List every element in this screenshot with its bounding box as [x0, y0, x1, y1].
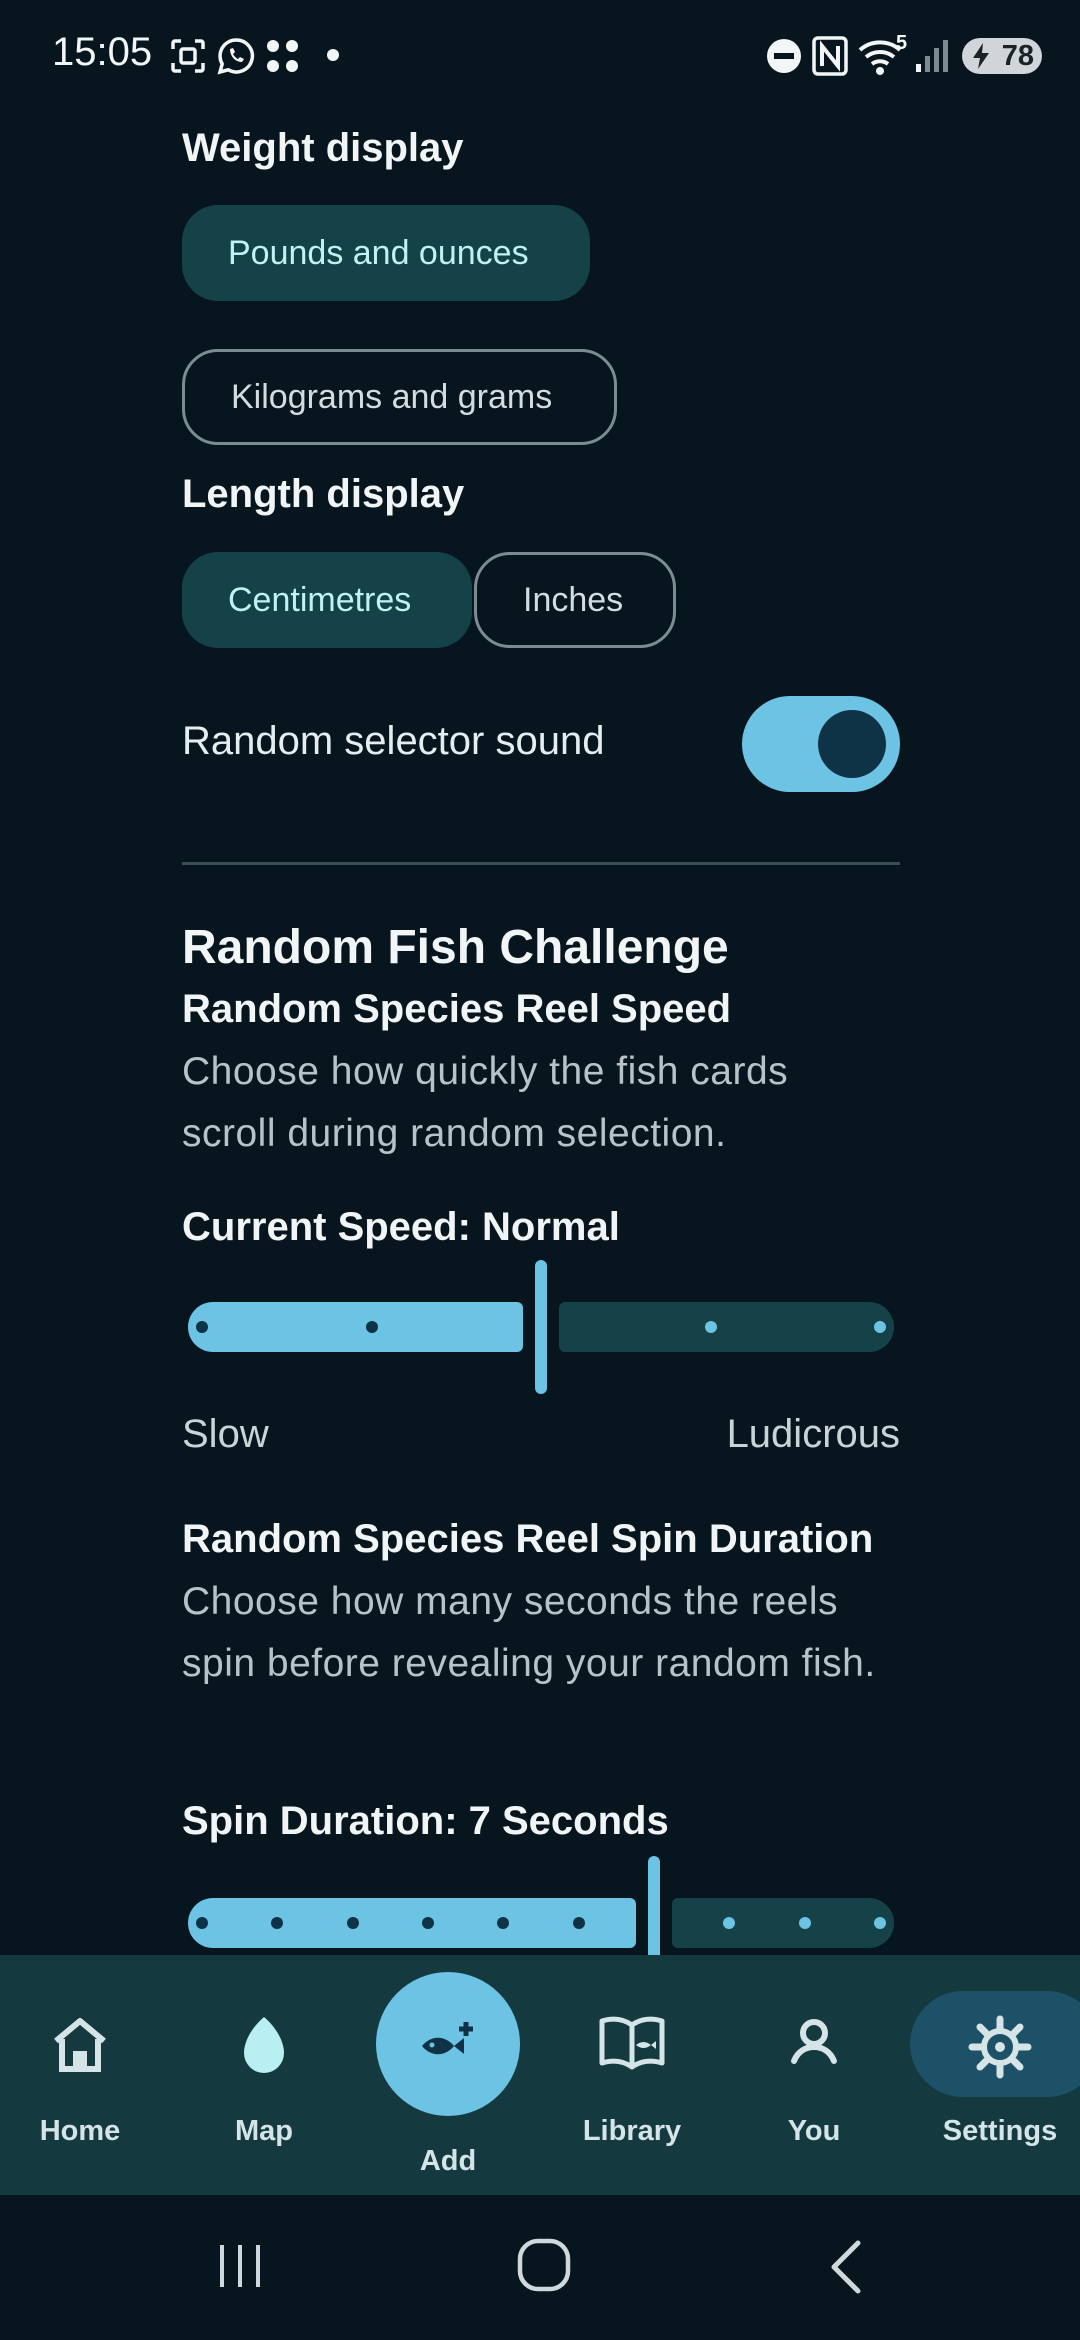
spin-slider-step-dot: [422, 1917, 434, 1929]
bolt-icon: [973, 43, 989, 69]
speed-max-label: Ludicrous: [726, 1412, 900, 1456]
apps-icon: [267, 40, 298, 72]
nav-you-label: You: [787, 2115, 841, 2147]
speed-slider-inactive-track: [559, 1302, 894, 1352]
kilograms-grams-label: Kilograms and grams: [231, 377, 553, 416]
section-divider: [182, 862, 900, 865]
status-bar: 15:05 5 78: [0, 0, 1080, 112]
speed-slider-step-dot: [196, 1321, 208, 1333]
nav-map[interactable]: Map: [184, 1955, 344, 2195]
screenshot-icon: [171, 39, 205, 73]
inches-chip[interactable]: Inches: [474, 552, 676, 648]
speed-min-label: Slow: [182, 1412, 269, 1456]
spin-slider-active-track: [188, 1898, 636, 1948]
speed-slider-step-dot: [365, 1321, 378, 1333]
gear-icon: [968, 2015, 1032, 2079]
reel-speed-title: Random Species Reel Speed: [182, 987, 732, 1031]
person-icon: [791, 2019, 837, 2064]
nav-you[interactable]: You: [734, 1955, 894, 2195]
recent-apps-icon[interactable]: [216, 2241, 266, 2291]
speed-slider-step-dot: [874, 1321, 886, 1333]
settings-content[interactable]: Weight display Pounds and ounces Kilogra…: [0, 112, 1080, 1955]
random-sound-toggle[interactable]: [742, 696, 900, 792]
add-button[interactable]: [376, 1972, 520, 2116]
nav-library[interactable]: Library: [552, 1955, 712, 2195]
map-pin-icon: [244, 2017, 284, 2073]
toggle-knob: [818, 710, 886, 778]
spin-slider-step-dot: [572, 1917, 585, 1929]
speed-slider-step-dot: [704, 1321, 717, 1333]
spin-slider-step-dot: [346, 1917, 359, 1929]
whatsapp-icon: [217, 38, 255, 75]
battery-level: 78: [1001, 39, 1034, 72]
speed-slider-active-track: [188, 1302, 523, 1352]
spin-slider-handle[interactable]: [648, 1856, 660, 1955]
spin-duration-description: Choose how many seconds the reels spin b…: [182, 1580, 876, 1685]
home-icon: [54, 2018, 106, 2072]
spin-duration-title: Random Species Reel Spin Duration: [182, 1517, 874, 1561]
spin-slider-step-dot: [798, 1917, 811, 1929]
home-button-icon[interactable]: [516, 2237, 572, 2293]
back-icon[interactable]: [826, 2239, 866, 2295]
weight-display-title: Weight display: [182, 126, 464, 170]
inches-label: Inches: [523, 580, 624, 619]
screen: 15:05 5 78 Weight display Pounds and oun…: [0, 0, 1080, 2340]
pounds-ounces-chip[interactable]: Pounds and ounces: [182, 205, 590, 301]
do-not-disturb-icon: [767, 39, 801, 73]
spin-duration-label: Spin Duration: 7 Seconds: [182, 1799, 669, 1843]
nav-settings[interactable]: Settings: [920, 1955, 1080, 2195]
nfc-icon: [812, 36, 848, 76]
centimetres-chip[interactable]: Centimetres: [182, 552, 472, 648]
status-time: 15:05: [52, 30, 153, 74]
signal-icon: [916, 40, 948, 72]
dot-icon: [327, 49, 339, 61]
book-icon: [599, 2016, 665, 2070]
spin-slider-step-dot: [196, 1917, 208, 1929]
current-speed-label: Current Speed: Normal: [182, 1205, 620, 1249]
challenge-title: Random Fish Challenge: [182, 921, 729, 974]
nav-map-label: Map: [235, 2115, 293, 2147]
speed-slider-handle[interactable]: [535, 1260, 547, 1394]
battery-icon: 78: [962, 38, 1042, 74]
pounds-ounces-label: Pounds and ounces: [228, 233, 529, 272]
spin-slider-inactive-track: [672, 1898, 894, 1948]
centimetres-label: Centimetres: [228, 580, 412, 619]
kilograms-grams-chip[interactable]: Kilograms and grams: [182, 349, 617, 445]
nav-home[interactable]: Home: [0, 1955, 160, 2195]
spin-duration-slider[interactable]: [182, 1856, 900, 1955]
nav-settings-label: Settings: [942, 2115, 1058, 2147]
spin-slider-step-dot: [874, 1917, 886, 1929]
reel-speed-description: Choose how quickly the fish cards scroll…: [182, 1050, 789, 1155]
nav-library-label: Library: [582, 2115, 682, 2147]
nav-home-label: Home: [39, 2115, 121, 2147]
wifi-badge: 5: [896, 32, 908, 54]
bottom-nav: Home Map Add Library You Settings: [0, 1955, 1080, 2195]
reel-speed-slider[interactable]: [182, 1260, 900, 1400]
system-nav-bar: [0, 2195, 1080, 2340]
nav-add-label: Add: [419, 2145, 477, 2177]
add-fish-icon: [422, 2022, 473, 2055]
random-sound-label: Random selector sound: [182, 719, 605, 763]
length-display-title: Length display: [182, 472, 465, 516]
